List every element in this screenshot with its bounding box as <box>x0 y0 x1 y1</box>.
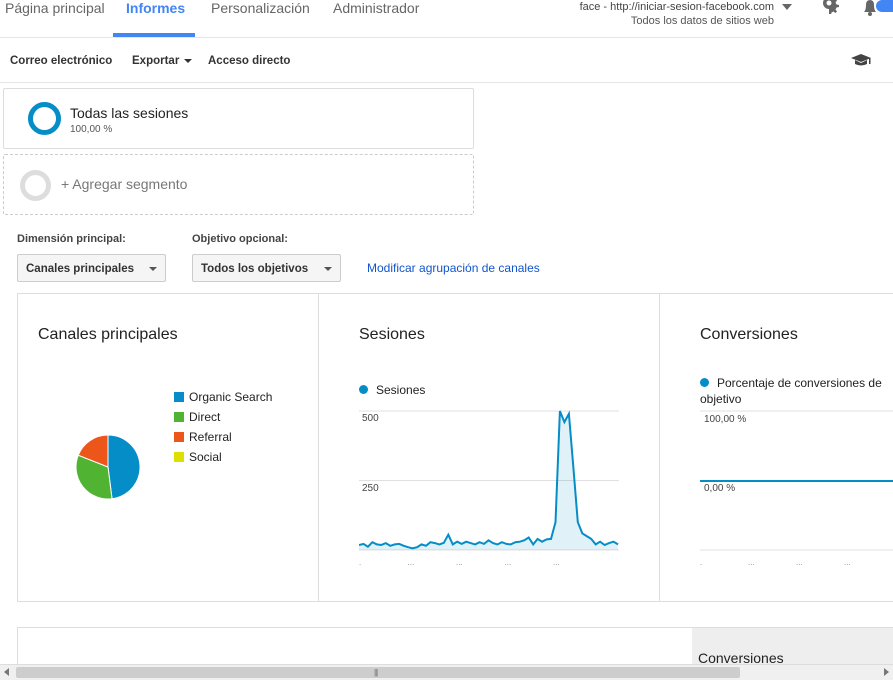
conversions-legend: Porcentaje de conversiones de objetivo <box>700 375 893 407</box>
x-tick-mark: ... <box>844 558 851 567</box>
primary-dimension-label: Dimensión principal: <box>17 233 126 245</box>
graduation-cap-icon[interactable] <box>850 53 872 69</box>
primary-dimension-value: Canales principales <box>26 263 135 275</box>
email-button[interactable]: Correo electrónico <box>10 55 112 67</box>
pie-chart-title: Canales principales <box>38 326 178 343</box>
legend-item[interactable]: Direct <box>174 410 220 424</box>
account-property: face - http://iniciar-sesion-facebook.co… <box>579 1 774 13</box>
conversions-series-label: Porcentaje de conversiones de objetivo <box>700 376 882 406</box>
scroll-right-arrow-icon[interactable] <box>884 668 889 676</box>
optional-goal-label: Objetivo opcional: <box>192 233 288 245</box>
legend-swatch <box>174 432 184 442</box>
segment-ring-icon <box>28 102 61 135</box>
horizontal-scrollbar[interactable]: ||| <box>0 664 893 680</box>
scroll-left-arrow-icon[interactable] <box>4 668 9 676</box>
tab-home[interactable]: Página principal <box>5 0 105 16</box>
primary-dimension-dropdown[interactable]: Canales principales <box>17 254 166 282</box>
legend-swatch <box>174 412 184 422</box>
sessions-chart-title: Sesiones <box>359 326 425 343</box>
scrollbar-grip-icon: ||| <box>374 668 378 677</box>
legend-item[interactable]: Social <box>174 450 222 464</box>
panel-divider <box>659 293 660 602</box>
optional-goal-dropdown[interactable]: Todos los objetivos <box>192 254 341 282</box>
notification-badge <box>876 0 893 12</box>
report-toolbar: Correo electrónico Exportar Acceso direc… <box>0 39 893 83</box>
conversions-line-chart: .......... <box>700 410 893 567</box>
caret-down-icon <box>184 58 193 63</box>
legend-swatch <box>174 392 184 402</box>
sessions-legend: Sesiones <box>359 383 425 397</box>
export-button[interactable]: Exportar <box>132 55 193 67</box>
optional-goal-value: Todos los objetivos <box>201 263 309 275</box>
tab-admin[interactable]: Administrador <box>333 0 419 16</box>
legend-item[interactable]: Referral <box>174 430 232 444</box>
x-tick-mark: ... <box>408 558 415 567</box>
sessions-series-line <box>359 410 619 550</box>
x-tick-mark: ... <box>456 558 463 567</box>
chevron-down-icon[interactable] <box>782 4 792 10</box>
series-dot <box>700 378 709 387</box>
legend-label: Direct <box>189 410 221 424</box>
x-tick-mark: ... <box>796 558 803 567</box>
account-selector[interactable]: face - http://iniciar-sesion-facebook.co… <box>580 0 774 28</box>
add-segment-label: + Agregar segmento <box>61 176 188 192</box>
x-tick-mark: . <box>700 558 702 567</box>
caret-down-icon <box>324 267 332 271</box>
legend-label: Referral <box>189 430 232 444</box>
panel-divider <box>318 293 319 602</box>
account-view: Todos los datos de sitios web <box>630 15 774 27</box>
caret-down-icon <box>149 267 157 271</box>
channels-pie-chart <box>75 434 141 500</box>
empty-segment-ring-icon <box>20 170 51 201</box>
segment-all-sessions[interactable]: Todas las sesiones 100,00 % <box>3 88 474 149</box>
pie-slice-organic-search[interactable] <box>107 434 141 500</box>
active-tab-indicator <box>113 33 195 37</box>
segment-percent: 100,00 % <box>70 124 113 135</box>
sessions-series-label: Sesiones <box>376 383 426 397</box>
legend-label: Organic Search <box>189 390 273 404</box>
modify-channel-grouping-link[interactable]: Modificar agrupación de canales <box>367 261 540 275</box>
sessions-area-chart: ............. <box>359 410 619 567</box>
legend-label: Social <box>189 450 222 464</box>
shortcut-button[interactable]: Acceso directo <box>208 55 290 67</box>
tab-reports[interactable]: Informes <box>126 0 185 16</box>
scrollbar-thumb[interactable] <box>16 667 740 678</box>
x-tick-mark: ... <box>505 558 512 567</box>
legend-item[interactable]: Organic Search <box>174 390 272 404</box>
legend-swatch <box>174 452 184 462</box>
export-label: Exportar <box>132 55 180 67</box>
x-tick-mark: ... <box>748 558 755 567</box>
add-segment-box[interactable]: + Agregar segmento <box>3 154 474 215</box>
series-dot <box>359 385 368 394</box>
x-tick-mark: ... <box>553 558 560 567</box>
segment-name: Todas las sesiones <box>70 105 189 121</box>
top-navigation: Página principal Informes Personalizació… <box>0 0 893 38</box>
tab-customization[interactable]: Personalización <box>211 0 310 16</box>
conversions-chart-title: Conversiones <box>700 326 798 343</box>
x-tick-mark: . <box>359 558 361 567</box>
settings-gear-icon[interactable] <box>819 0 839 14</box>
